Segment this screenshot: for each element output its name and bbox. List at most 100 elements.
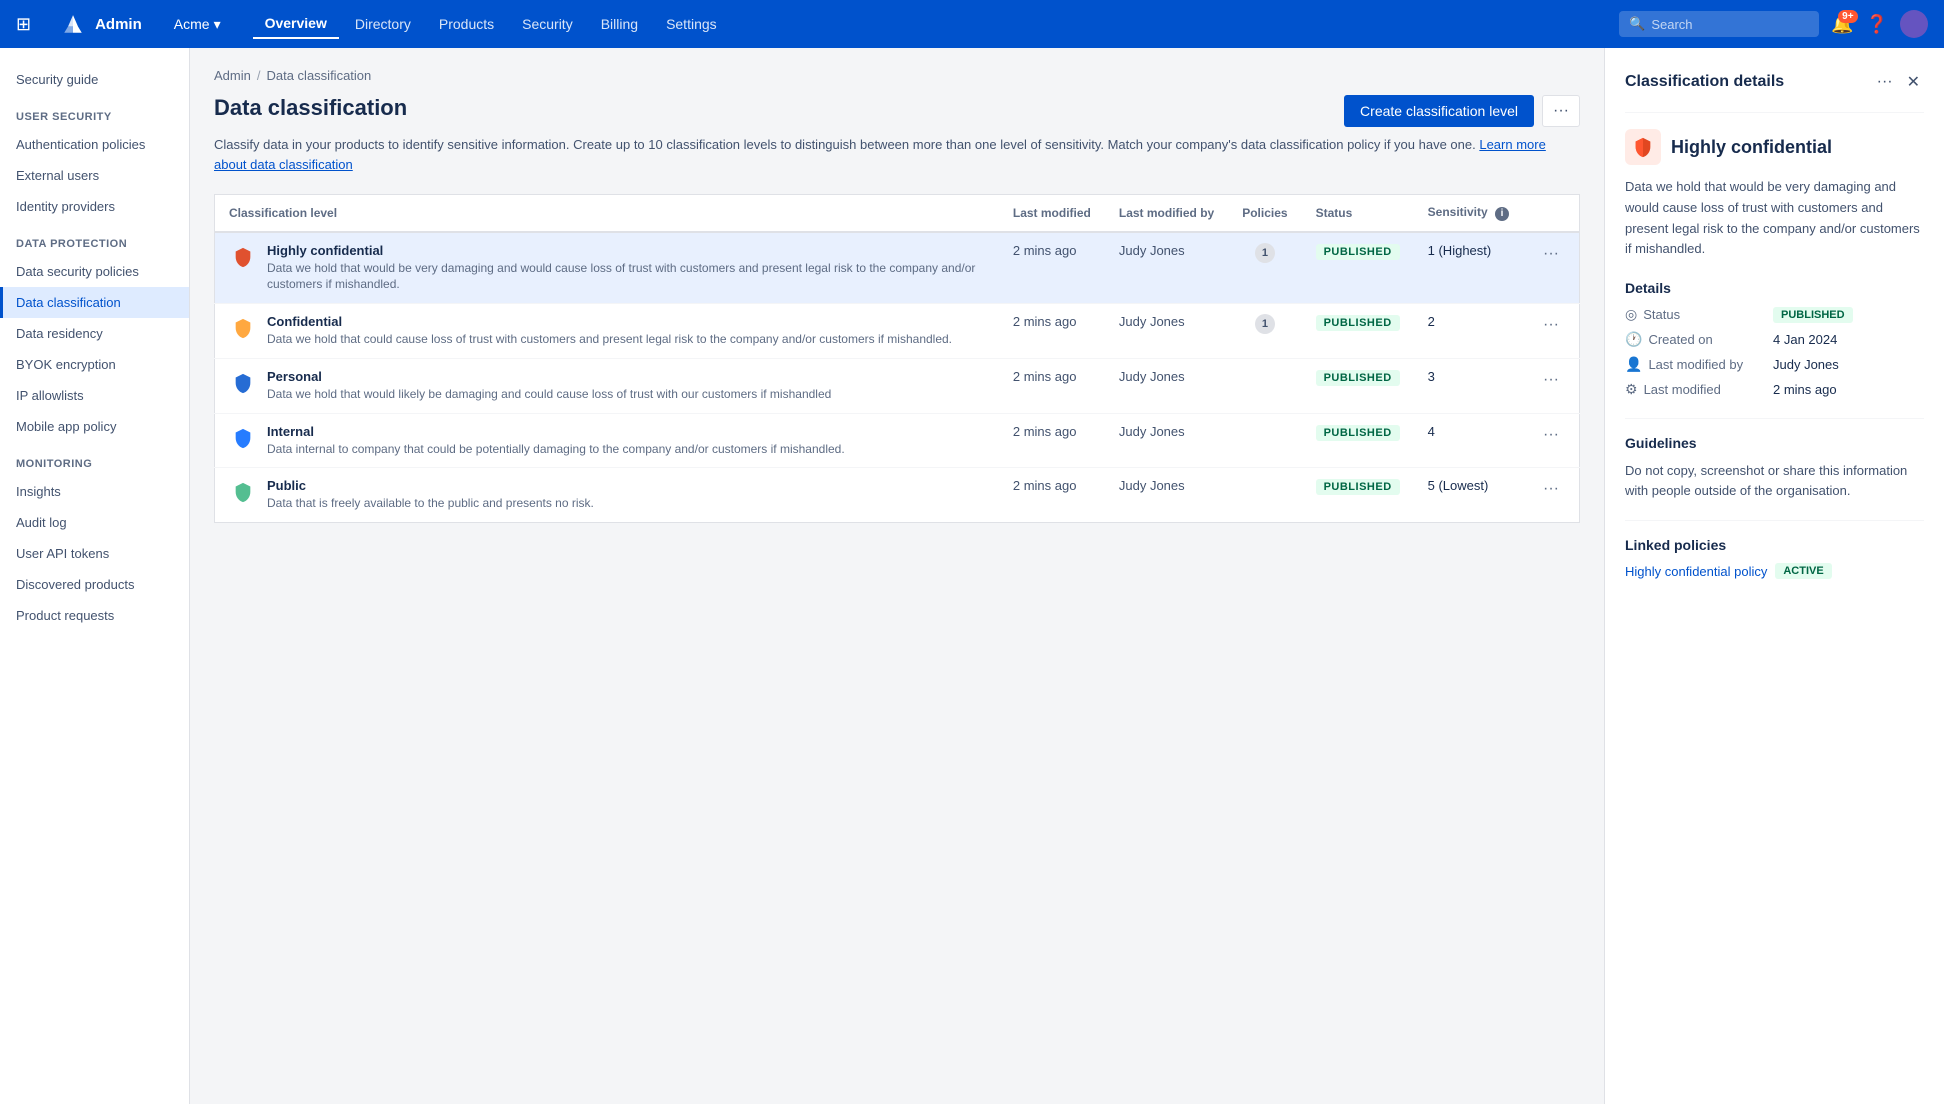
- sidebar-item-security-guide[interactable]: Security guide: [0, 64, 189, 95]
- cell-modified-by-3: Judy Jones: [1105, 413, 1228, 468]
- search-box[interactable]: 🔍: [1619, 11, 1819, 37]
- detail-guidelines-section: Guidelines Do not copy, screenshot or sh…: [1625, 435, 1924, 500]
- classification-name-2: Personal: [267, 369, 831, 384]
- sidebar-item-discovered-products[interactable]: Discovered products: [0, 569, 189, 600]
- help-button[interactable]: ❓: [1866, 14, 1888, 35]
- row-more-button-3[interactable]: ···: [1537, 424, 1565, 446]
- table-row[interactable]: Internal Data internal to company that c…: [215, 413, 1580, 468]
- sidebar-item-auth-policies[interactable]: Authentication policies: [0, 129, 189, 160]
- linked-policy-row: Highly confidential policy ACTIVE: [1625, 563, 1924, 579]
- search-input[interactable]: [1651, 17, 1809, 32]
- detail-linked-policies-title: Linked policies: [1625, 537, 1924, 553]
- table-row[interactable]: Confidential Data we hold that could cau…: [215, 304, 1580, 359]
- cell-policies-3: [1228, 413, 1301, 468]
- linked-policy-link[interactable]: Highly confidential policy: [1625, 564, 1767, 579]
- notification-badge: 9+: [1838, 10, 1857, 23]
- status-badge-3: PUBLISHED: [1316, 425, 1400, 441]
- sidebar-item-mobile-app-policy[interactable]: Mobile app policy: [0, 411, 189, 442]
- row-more-button-2[interactable]: ···: [1537, 369, 1565, 391]
- panel-divider-top: [1625, 112, 1924, 113]
- cell-status-0: PUBLISHED: [1302, 232, 1414, 304]
- created-icon: 🕐: [1625, 331, 1642, 348]
- detail-name: Highly confidential: [1671, 137, 1832, 158]
- cell-name-0: Highly confidential Data we hold that wo…: [215, 232, 999, 304]
- table-row[interactable]: Personal Data we hold that would likely …: [215, 358, 1580, 413]
- more-options-button[interactable]: ···: [1542, 95, 1580, 127]
- cell-name-4: Public Data that is freely available to …: [215, 468, 999, 523]
- cell-name-3: Internal Data internal to company that c…: [215, 413, 999, 468]
- table-row[interactable]: Public Data that is freely available to …: [215, 468, 1580, 523]
- create-classification-level-button[interactable]: Create classification level: [1344, 95, 1534, 127]
- detail-shield-icon: [1625, 129, 1661, 165]
- cell-status-3: PUBLISHED: [1302, 413, 1414, 468]
- grid-icon[interactable]: ⊞: [16, 14, 31, 35]
- nav-link-billing[interactable]: Billing: [589, 10, 650, 38]
- breadcrumb-separator: /: [257, 68, 261, 83]
- nav-link-products[interactable]: Products: [427, 10, 506, 38]
- status-badge-2: PUBLISHED: [1316, 370, 1400, 386]
- table-body: Highly confidential Data we hold that wo…: [215, 232, 1580, 523]
- policy-count-0: 1: [1255, 243, 1275, 263]
- nav-link-overview[interactable]: Overview: [253, 9, 339, 39]
- sidebar-item-data-residency[interactable]: Data residency: [0, 318, 189, 349]
- sidebar-item-audit-log[interactable]: Audit log: [0, 507, 189, 538]
- cell-modified-2: 2 mins ago: [999, 358, 1105, 413]
- cell-more-3: ···: [1523, 413, 1579, 468]
- avatar[interactable]: [1900, 10, 1928, 38]
- table-row[interactable]: Highly confidential Data we hold that wo…: [215, 232, 1580, 304]
- panel-more-button[interactable]: ···: [1873, 68, 1897, 96]
- classification-name-0: Highly confidential: [267, 243, 985, 258]
- sensitivity-info-icon[interactable]: i: [1495, 207, 1509, 221]
- col-sensitivity: Sensitivity i: [1414, 195, 1523, 232]
- nav-link-directory[interactable]: Directory: [343, 10, 423, 38]
- sidebar-item-product-requests[interactable]: Product requests: [0, 600, 189, 631]
- cell-more-1: ···: [1523, 304, 1579, 359]
- detail-description: Data we hold that would be very damaging…: [1625, 177, 1924, 260]
- cell-policies-0: 1: [1228, 232, 1301, 304]
- shield-icon-2: [229, 369, 257, 397]
- cell-more-4: ···: [1523, 468, 1579, 523]
- sidebar-item-data-classification[interactable]: Data classification: [0, 287, 189, 318]
- classification-name-4: Public: [267, 478, 594, 493]
- panel-divider-1: [1625, 418, 1924, 419]
- sidebar: Security guide USER SECURITY Authenticat…: [0, 48, 190, 1104]
- nav-link-security[interactable]: Security: [510, 10, 585, 38]
- cell-modified-0: 2 mins ago: [999, 232, 1105, 304]
- cell-sensitivity-1: 2: [1414, 304, 1523, 359]
- detail-guidelines-title: Guidelines: [1625, 435, 1924, 451]
- table-header: Classification level Last modified Last …: [215, 195, 1580, 232]
- row-more-button-1[interactable]: ···: [1537, 314, 1565, 336]
- status-badge-4: PUBLISHED: [1316, 479, 1400, 495]
- cell-more-0: ···: [1523, 232, 1579, 304]
- shield-icon-1: [229, 314, 257, 342]
- sidebar-item-identity-providers[interactable]: Identity providers: [0, 191, 189, 222]
- org-selector[interactable]: Acme ▾: [166, 12, 229, 37]
- shield-icon-3: [229, 424, 257, 452]
- atlassian-logo[interactable]: Admin: [59, 10, 142, 38]
- page-header: Data classification Create classificatio…: [214, 95, 1580, 127]
- modified-icon: ⚙: [1625, 381, 1638, 398]
- detail-panel-header: Classification details ··· ✕: [1625, 68, 1924, 96]
- main-content: Admin / Data classification Data classif…: [190, 48, 1604, 1104]
- breadcrumb: Admin / Data classification: [214, 68, 1580, 83]
- cell-sensitivity-4: 5 (Lowest): [1414, 468, 1523, 523]
- detail-modified-row: ⚙ Last modified 2 mins ago: [1625, 381, 1924, 398]
- nav-link-settings[interactable]: Settings: [654, 10, 729, 38]
- linked-policy-status: ACTIVE: [1775, 563, 1831, 579]
- classification-name-3: Internal: [267, 424, 845, 439]
- detail-status-value: PUBLISHED: [1773, 307, 1853, 323]
- sidebar-item-byok-encryption[interactable]: BYOK encryption: [0, 349, 189, 380]
- detail-modified-by-value: Judy Jones: [1773, 357, 1839, 372]
- cell-sensitivity-3: 4: [1414, 413, 1523, 468]
- notification-button[interactable]: 🔔 9+: [1831, 14, 1853, 35]
- breadcrumb-admin[interactable]: Admin: [214, 68, 251, 83]
- sidebar-item-user-api-tokens[interactable]: User API tokens: [0, 538, 189, 569]
- sidebar-item-data-security-policies[interactable]: Data security policies: [0, 256, 189, 287]
- panel-close-button[interactable]: ✕: [1903, 68, 1924, 96]
- sidebar-item-ip-allowlists[interactable]: IP allowlists: [0, 380, 189, 411]
- shield-icon-0: [229, 243, 257, 271]
- row-more-button-0[interactable]: ···: [1537, 243, 1565, 265]
- row-more-button-4[interactable]: ···: [1537, 478, 1565, 500]
- sidebar-item-insights[interactable]: Insights: [0, 476, 189, 507]
- sidebar-item-external-users[interactable]: External users: [0, 160, 189, 191]
